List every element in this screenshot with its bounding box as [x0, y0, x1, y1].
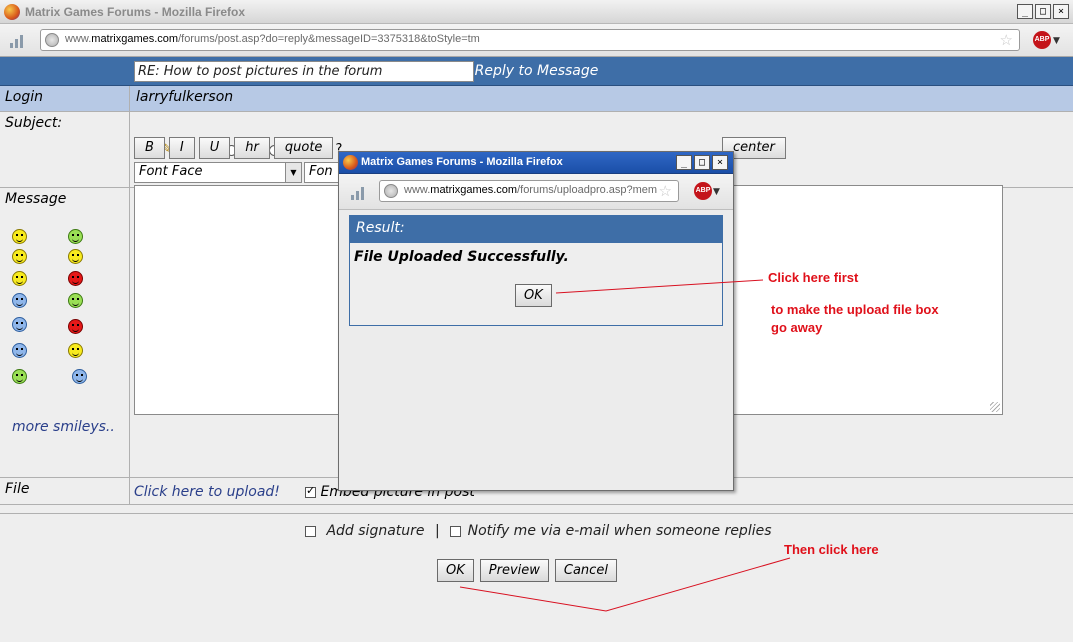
- login-value: larryfulkerson: [130, 86, 1073, 112]
- italic-button[interactable]: I: [168, 137, 195, 159]
- annotation-then-click: Then click here: [784, 542, 879, 557]
- embed-checkbox[interactable]: [305, 484, 316, 498]
- divider: [0, 513, 1073, 514]
- close-button[interactable]: ×: [1053, 4, 1069, 19]
- creature-smiley-icon[interactable]: [72, 369, 87, 384]
- upload-link[interactable]: Click here to upload!: [134, 484, 280, 500]
- popup-close-button[interactable]: ×: [712, 155, 728, 170]
- sad-smiley-icon[interactable]: [12, 293, 27, 308]
- ok-button[interactable]: OK: [437, 559, 474, 582]
- post-options: Add signature | Notify me via e-mail whe…: [305, 523, 772, 539]
- form-buttons: OK Preview Cancel: [437, 559, 617, 582]
- popup-window-controls: _ □ ×: [676, 155, 728, 170]
- popup-url-text: www.matrixgames.com/forums/uploadpro.asp…: [404, 184, 658, 196]
- popup-titlebar: Matrix Games Forums - Mozilla Firefox _ …: [339, 152, 733, 174]
- annotation-line-2: go away: [771, 320, 823, 335]
- resize-grip-icon[interactable]: [990, 402, 1000, 412]
- globe-icon: [45, 33, 59, 47]
- minimize-button[interactable]: _: [1017, 4, 1033, 19]
- preview-button[interactable]: Preview: [479, 559, 549, 582]
- sleep-smiley-icon[interactable]: [12, 317, 27, 332]
- chevron-down-icon: ▼: [285, 163, 301, 182]
- popup-maximize-button[interactable]: □: [694, 155, 710, 170]
- shocked-smiley-icon[interactable]: [12, 343, 27, 358]
- font-face-select[interactable]: Font Face ▼: [134, 162, 302, 183]
- window-title: Matrix Games Forums - Mozilla Firefox: [25, 5, 246, 19]
- annotation-line-1: to make the upload file box: [771, 302, 939, 317]
- firefox-logo-icon: [343, 155, 358, 170]
- bold-button[interactable]: B: [134, 137, 165, 159]
- notify-checkbox[interactable]: [450, 525, 462, 537]
- result-header: Result:: [350, 216, 722, 243]
- subject-input[interactable]: [134, 61, 474, 82]
- login-label: Login: [0, 86, 130, 112]
- popup-title: Matrix Games Forums - Mozilla Firefox: [361, 156, 563, 168]
- cool-smiley-icon[interactable]: [12, 249, 27, 264]
- grin-smiley-icon[interactable]: [68, 229, 83, 244]
- chevron-down-icon[interactable]: ▼: [713, 187, 720, 197]
- adblock-plus-icon[interactable]: ABP: [694, 182, 712, 200]
- result-panel: Result: File Uploaded Successfully. OK: [349, 215, 723, 326]
- navigation-bar: www.matrixgames.com/forums/post.asp?do=r…: [0, 24, 1073, 57]
- popup-ok-button[interactable]: OK: [515, 284, 552, 307]
- file-label: File: [0, 478, 130, 505]
- angry-smiley-icon[interactable]: [68, 271, 83, 286]
- maximize-button[interactable]: □: [1035, 4, 1051, 19]
- more-smileys-link[interactable]: more smileys..: [12, 419, 115, 435]
- window-controls: _ □ ×: [1017, 4, 1069, 19]
- firefox-logo-icon: [4, 4, 20, 20]
- popup-minimize-button[interactable]: _: [676, 155, 692, 170]
- popup-navigation-bar: www.matrixgames.com/forums/uploadpro.asp…: [339, 174, 733, 210]
- red-face-smiley-icon[interactable]: [68, 319, 83, 334]
- subject-label: Subject:: [0, 112, 130, 188]
- adblock-plus-icon[interactable]: ABP: [1033, 31, 1051, 49]
- upload-popup-window: Matrix Games Forums - Mozilla Firefox _ …: [338, 151, 734, 491]
- dizzy-smiley-icon[interactable]: [12, 369, 27, 384]
- signature-checkbox[interactable]: [305, 525, 316, 537]
- annotation-click-first: Click here first: [768, 270, 859, 285]
- hr-button[interactable]: hr: [234, 137, 270, 159]
- url-bar[interactable]: www.matrixgames.com/forums/post.asp?do=r…: [40, 29, 1020, 51]
- signal-bars-icon: [351, 186, 367, 200]
- url-text: www.matrixgames.com/forums/post.asp?do=r…: [65, 33, 480, 45]
- confused-smiley-icon[interactable]: [12, 271, 27, 286]
- globe-icon: [384, 184, 398, 198]
- cancel-button[interactable]: Cancel: [554, 559, 617, 582]
- quote-button[interactable]: quote: [273, 137, 334, 159]
- bookmark-star-icon[interactable]: ☆: [1000, 31, 1013, 49]
- format-toolbar: B I U hr quote: [134, 137, 334, 159]
- thinking-smiley-icon[interactable]: [68, 343, 83, 358]
- underline-button[interactable]: U: [198, 137, 231, 159]
- popup-url-bar[interactable]: www.matrixgames.com/forums/uploadpro.asp…: [379, 180, 679, 202]
- signal-bars-icon: [10, 34, 26, 48]
- result-message: File Uploaded Successfully.: [354, 249, 569, 265]
- bookmark-star-icon[interactable]: ☆: [659, 182, 672, 200]
- laugh-smiley-icon[interactable]: [68, 293, 83, 308]
- happy-smiley-icon[interactable]: [68, 249, 83, 264]
- smile-smiley-icon[interactable]: [12, 229, 27, 244]
- chevron-down-icon[interactable]: ▼: [1053, 36, 1060, 46]
- window-titlebar: Matrix Games Forums - Mozilla Firefox _ …: [0, 0, 1073, 24]
